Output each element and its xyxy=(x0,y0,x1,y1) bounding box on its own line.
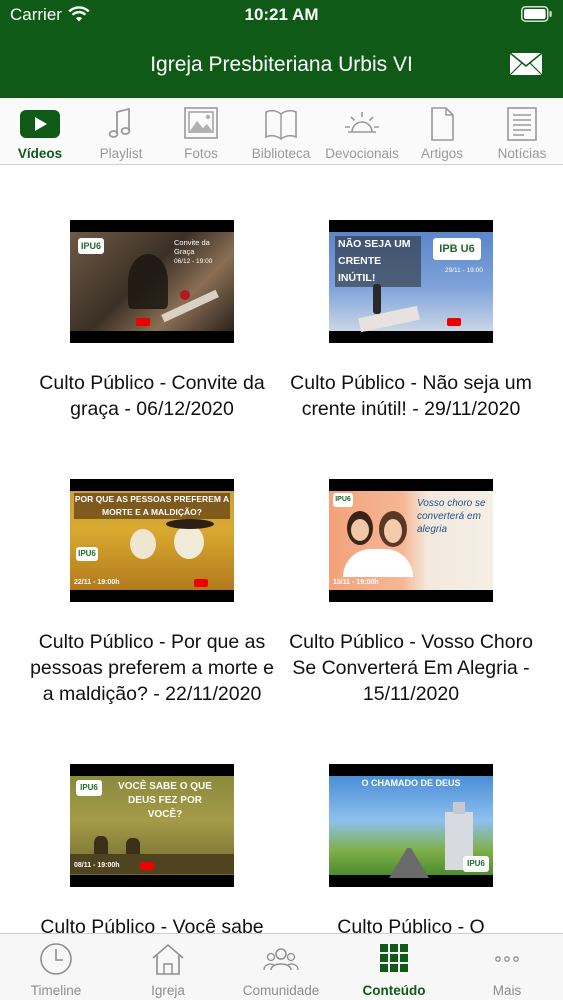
bottom-tab-label: Conteúdo xyxy=(362,983,426,998)
video-card[interactable]: IPU6 VOCÊ SABE O QUE DEUS FEZ POR VOCÊ? … xyxy=(22,764,282,933)
tab-fotos[interactable]: Fotos xyxy=(159,98,243,165)
bottom-tab-igreja[interactable]: Igreja xyxy=(112,934,224,1000)
status-bar: Carrier 10:21 AM xyxy=(0,0,563,30)
tab-biblioteca[interactable]: Biblioteca xyxy=(239,98,323,165)
tab-label: Playlist xyxy=(99,146,143,161)
tab-noticias[interactable]: Notícias xyxy=(480,98,563,165)
mail-icon[interactable] xyxy=(509,52,543,76)
photo-icon xyxy=(184,107,218,139)
thumbnail-caption: POR QUE AS PESSOAS PREFEREM A MORTE E A … xyxy=(74,493,230,519)
bottom-tab-conteudo[interactable]: Conteúdo xyxy=(338,934,450,1000)
thumbnail-caption: Convite da Graça xyxy=(174,238,210,256)
thumbnail-caption: O CHAMADO DE DEUS xyxy=(361,778,461,788)
church-icon xyxy=(152,943,184,975)
thumbnail-date: 08/11 - 19:00h xyxy=(74,862,120,869)
page-title: Igreja Presbiteriana Urbis VI xyxy=(150,53,413,76)
video-card[interactable]: POR QUE AS PESSOAS PREFEREM A MORTE E A … xyxy=(22,479,282,729)
play-icon xyxy=(20,110,60,138)
video-title: Culto Público - Você sabe xyxy=(40,916,264,933)
video-thumbnail[interactable]: O CHAMADO DE DEUS IPU6 xyxy=(329,764,493,887)
youtube-icon xyxy=(140,862,154,870)
video-title: Culto Público - Não seja um crente inúti… xyxy=(290,372,532,420)
video-thumbnail[interactable]: IPU6 VOCÊ SABE O QUE DEUS FEZ POR VOCÊ? … xyxy=(70,764,234,887)
music-note-icon xyxy=(108,107,131,138)
thumbnail-date: 22/11 - 19:00h xyxy=(74,579,120,586)
video-thumbnail[interactable]: IPU6 Convite da Graça 06/12 - 19:00 xyxy=(70,220,234,343)
bottom-tab-label: Mais xyxy=(492,983,522,998)
video-title: Culto Público - Vosso Choro Se Converter… xyxy=(289,631,533,705)
tab-label: Biblioteca xyxy=(251,146,311,161)
youtube-icon xyxy=(194,579,208,587)
newspaper-icon xyxy=(507,107,537,141)
thumbnail-caption: VOCÊ SABE O QUE DEUS FEZ POR VOCÊ? xyxy=(118,781,212,820)
video-card[interactable]: NÃO SEJA UM CRENTE INÚTIL! IPB U6 29/11 … xyxy=(281,220,541,430)
grid-icon xyxy=(380,944,408,972)
thumbnail-date: 06/12 - 19:00 xyxy=(174,258,213,265)
video-thumbnail[interactable]: NÃO SEJA UM CRENTE INÚTIL! IPB U6 29/11 … xyxy=(329,220,493,343)
status-time: 10:21 AM xyxy=(244,5,319,24)
bottom-tab-timeline[interactable]: Timeline xyxy=(0,934,112,1000)
bottom-tab-mais[interactable]: Mais xyxy=(451,934,563,1000)
video-title: Culto Público - Por que as pessoas prefe… xyxy=(30,631,274,705)
video-card[interactable]: IPU6 Convite da Graça 06/12 - 19:00 Cult… xyxy=(22,220,282,430)
video-card[interactable]: O CHAMADO DE DEUS IPU6 Culto Público - O xyxy=(281,764,541,933)
tab-artigos[interactable]: Artigos xyxy=(400,98,484,165)
bottom-tab-label: Timeline xyxy=(30,983,82,998)
tab-videos[interactable]: Vídeos xyxy=(0,98,82,165)
clock-icon xyxy=(40,943,72,975)
video-title: Culto Público - O xyxy=(337,916,485,933)
thumbnail-caption: Vosso choro se converterá em alegria xyxy=(417,498,486,535)
video-thumbnail[interactable]: IPU6 Vosso choro se converterá em alegri… xyxy=(329,479,493,602)
bottom-tab-label: Igreja xyxy=(151,983,185,998)
youtube-icon xyxy=(447,318,461,326)
bottom-tab-comunidade[interactable]: Comunidade xyxy=(225,934,337,1000)
battery-icon xyxy=(521,6,552,22)
document-icon xyxy=(431,107,454,141)
bottom-tab-label: Comunidade xyxy=(242,983,320,998)
tab-playlist[interactable]: Playlist xyxy=(79,98,163,165)
tab-label: Devocionais xyxy=(325,146,399,161)
more-icon xyxy=(495,956,519,962)
tab-devocionais[interactable]: Devocionais xyxy=(320,98,404,165)
thumbnail-date: 15/11 - 19:00h xyxy=(333,579,379,586)
tab-label: Fotos xyxy=(184,146,218,161)
video-title: Culto Público - Convite da graça - 06/12… xyxy=(39,372,265,420)
thumbnail-date: 29/11 - 19:00 xyxy=(445,267,483,274)
content-tabs: Vídeos Playlist Fotos Biblioteca Devocio… xyxy=(0,98,563,165)
video-thumbnail[interactable]: POR QUE AS PESSOAS PREFEREM A MORTE E A … xyxy=(70,479,234,602)
tab-label: Notícias xyxy=(497,146,547,161)
thumbnail-caption: NÃO SEJA UM CRENTE INÚTIL! xyxy=(335,236,421,287)
video-card[interactable]: IPU6 Vosso choro se converterá em alegri… xyxy=(281,479,541,729)
tab-label: Artigos xyxy=(420,146,464,161)
youtube-icon xyxy=(136,318,150,326)
book-icon xyxy=(265,109,297,141)
tab-label: Vídeos xyxy=(17,146,63,161)
bottom-tab-bar: Timeline Igreja Comunidade Conteúdo Mais xyxy=(0,933,563,1000)
video-grid: IPU6 Convite da Graça 06/12 - 19:00 Cult… xyxy=(0,166,563,933)
community-icon xyxy=(263,948,299,971)
sun-icon xyxy=(345,112,379,133)
app-header: Carrier 10:21 AM Igreja Presbiteriana Ur… xyxy=(0,0,563,98)
